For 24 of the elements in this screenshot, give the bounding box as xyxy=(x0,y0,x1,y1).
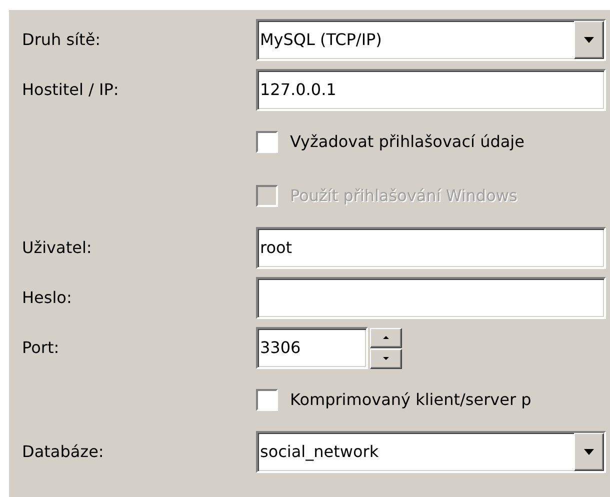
dropdown[interactable]: MySQL (TCP/IP) xyxy=(256,19,606,61)
field-label: Port: xyxy=(22,338,60,357)
caret-up-icon xyxy=(383,336,389,339)
dropdown-arrow-button[interactable] xyxy=(574,21,604,59)
field-label: Uživatel: xyxy=(22,238,92,257)
field-label: Heslo: xyxy=(22,288,72,307)
checkbox[interactable] xyxy=(256,389,278,411)
dropdown-arrow-button[interactable] xyxy=(574,433,604,471)
input-field[interactable]: 3306 xyxy=(256,327,368,369)
checkbox-label: Vyžadovat přihlašovací údaje xyxy=(290,131,524,153)
dropdown[interactable]: social_network xyxy=(256,431,606,473)
spin-up-button[interactable] xyxy=(370,328,402,348)
checkbox[interactable] xyxy=(256,131,278,153)
field-label: Druh sítě: xyxy=(22,30,101,49)
caret-icon xyxy=(584,449,594,455)
input-field[interactable]: root xyxy=(256,227,606,269)
caret-icon xyxy=(584,37,594,43)
input-field[interactable]: 127.0.0.1 xyxy=(256,69,606,111)
caret-icon xyxy=(383,357,389,360)
input-field[interactable] xyxy=(256,277,606,319)
checkbox-label: Komprimovaný klient/server p xyxy=(290,389,532,411)
field-label: Hostitel / IP: xyxy=(22,80,119,99)
spin-down-button[interactable] xyxy=(370,348,402,368)
field-label: Databáze: xyxy=(22,442,104,461)
